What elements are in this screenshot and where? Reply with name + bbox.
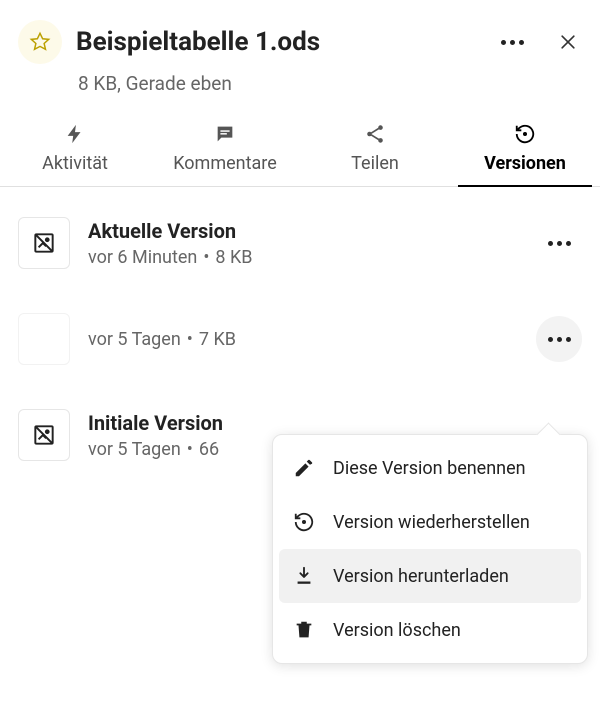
version-actions-button[interactable] <box>536 316 582 362</box>
close-button[interactable] <box>554 28 582 56</box>
version-meta: vor 6 Minuten•8 KB <box>88 247 536 268</box>
version-meta: vor 5 Tagen•7 KB <box>88 329 536 350</box>
bolt-icon <box>64 123 86 145</box>
menu-rename[interactable]: Diese Version benennen <box>279 441 581 495</box>
download-icon <box>293 565 315 587</box>
menu-restore[interactable]: Version wiederherstellen <box>279 495 581 549</box>
history-icon <box>514 123 536 145</box>
version-thumbnail <box>18 313 70 365</box>
more-icon <box>548 241 571 246</box>
restore-icon <box>293 511 315 533</box>
file-subtitle: 8 KB, Gerade eben <box>0 68 600 113</box>
no-image-icon <box>31 422 57 448</box>
more-button[interactable] <box>497 36 528 49</box>
file-title: Beispieltabelle 1.ods <box>76 27 489 57</box>
tab-label: Versionen <box>484 153 566 174</box>
version-row: Aktuelle Version vor 6 Minuten•8 KB <box>18 217 582 269</box>
more-icon <box>501 40 524 45</box>
version-actions-button[interactable] <box>536 220 582 266</box>
tab-activity[interactable]: Aktivität <box>0 113 150 186</box>
tabs: Aktivität Kommentare Teilen Versionen <box>0 113 600 187</box>
versions-list: Aktuelle Version vor 6 Minuten•8 KB vor … <box>0 187 600 461</box>
version-thumbnail <box>18 409 70 461</box>
more-icon <box>548 337 571 342</box>
star-icon <box>29 31 51 53</box>
menu-label: Version herunterladen <box>333 566 509 587</box>
menu-label: Version wiederherstellen <box>333 512 530 533</box>
tab-label: Teilen <box>351 153 399 174</box>
menu-label: Version löschen <box>333 620 461 641</box>
version-title: Aktuelle Version <box>88 219 536 243</box>
menu-download[interactable]: Version herunterladen <box>279 549 581 603</box>
close-icon <box>558 32 578 52</box>
trash-icon <box>293 619 315 641</box>
comment-icon <box>214 123 236 145</box>
menu-delete[interactable]: Version löschen <box>279 603 581 657</box>
version-thumbnail <box>18 217 70 269</box>
share-icon <box>364 123 386 145</box>
tab-label: Aktivität <box>42 153 108 174</box>
favorite-badge[interactable] <box>18 20 62 64</box>
version-context-menu: Diese Version benennen Version wiederher… <box>272 434 588 664</box>
tab-versions[interactable]: Versionen <box>450 113 600 186</box>
menu-label: Diese Version benennen <box>333 458 526 479</box>
tab-label: Kommentare <box>173 153 277 174</box>
pencil-icon <box>293 457 315 479</box>
tab-share[interactable]: Teilen <box>300 113 450 186</box>
tab-comments[interactable]: Kommentare <box>150 113 300 186</box>
version-row: vor 5 Tagen•7 KB <box>18 313 582 365</box>
version-title: Initiale Version <box>88 411 582 435</box>
no-image-icon <box>31 230 57 256</box>
